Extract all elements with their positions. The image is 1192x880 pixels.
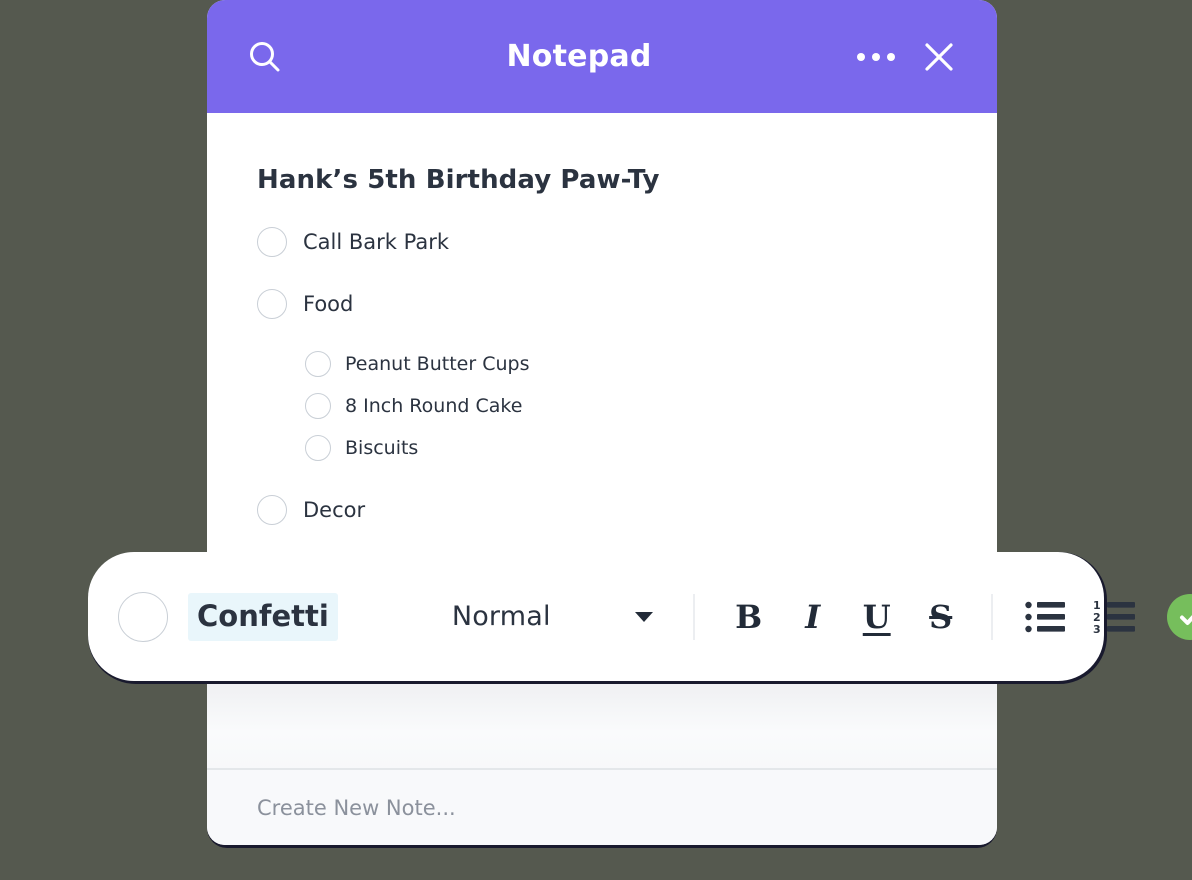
checkbox[interactable] [257, 495, 287, 525]
search-icon[interactable] [247, 39, 283, 75]
text-style-label: Normal [451, 601, 551, 632]
formatting-toolbar: Confetti Normal B I U S 1 2 3 [88, 552, 1192, 681]
checkbox[interactable] [305, 393, 331, 419]
screen: Notepad Hank’s 5th Birthday Paw-Ty Call … [0, 0, 1192, 880]
more-options-icon[interactable] [857, 52, 895, 61]
note-title[interactable]: Hank’s 5th Birthday Paw-Ty [257, 165, 947, 195]
list-item[interactable]: Call Bark Park [257, 227, 947, 257]
checkbox[interactable] [118, 591, 168, 642]
list-item[interactable]: 8 Inch Round Cake [305, 393, 947, 419]
strikethrough-button[interactable]: S [919, 593, 963, 641]
list-item-label: Peanut Butter Cups [345, 353, 530, 375]
check-circle-icon[interactable] [1166, 593, 1192, 640]
note-content: Hank’s 5th Birthday Paw-Ty Call Bark Par… [207, 113, 997, 583]
list-item[interactable]: Food [257, 289, 947, 319]
checkbox[interactable] [305, 351, 331, 377]
text-format-group: B I U S [727, 593, 963, 641]
italic-button[interactable]: I [791, 593, 835, 641]
numbered-list-icon[interactable]: 1 2 3 [1093, 600, 1139, 634]
header-right-group [827, 39, 957, 75]
svg-text:3: 3 [1093, 623, 1101, 634]
page-title: Notepad [506, 39, 652, 74]
app-header: Notepad [207, 0, 997, 113]
list-item[interactable]: Peanut Butter Cups [305, 351, 947, 377]
bulleted-list-icon[interactable] [1025, 600, 1067, 634]
new-note-placeholder: Create New Note... [257, 795, 456, 820]
close-icon[interactable] [921, 39, 957, 75]
list-format-group: 1 2 3 [1025, 600, 1139, 634]
list-item[interactable]: Decor [257, 495, 947, 525]
new-note-input[interactable]: Create New Note... [207, 770, 997, 845]
list-item-label: 8 Inch Round Cake [345, 395, 523, 417]
checkbox[interactable] [305, 435, 331, 461]
toolbar-divider [990, 593, 993, 640]
selected-text[interactable]: Confetti [188, 592, 338, 641]
underline-button[interactable]: U [855, 593, 899, 641]
list-item[interactable]: Biscuits [305, 435, 947, 461]
notepad-app-window: Notepad Hank’s 5th Birthday Paw-Ty Call … [207, 0, 997, 845]
text-style-dropdown[interactable]: Normal [452, 601, 653, 632]
header-left-group [247, 39, 337, 75]
toolbar-divider [692, 593, 695, 640]
list-item-label: Food [303, 292, 354, 316]
bold-button[interactable]: B [727, 593, 771, 641]
checkbox[interactable] [257, 289, 287, 319]
checkbox[interactable] [257, 227, 287, 257]
list-item-label: Call Bark Park [303, 230, 450, 254]
list-item-label: Biscuits [345, 437, 419, 459]
chevron-down-icon [634, 611, 653, 622]
list-item-label: Decor [303, 498, 366, 522]
